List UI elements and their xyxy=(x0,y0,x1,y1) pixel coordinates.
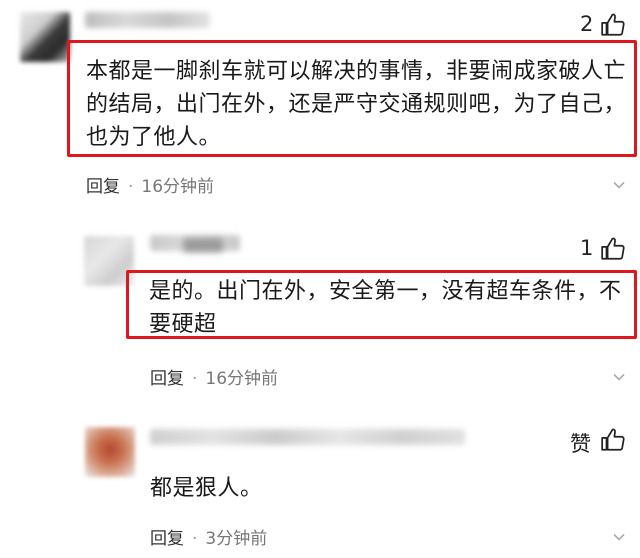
comment-meta: 回复 · 16分钟前 xyxy=(150,364,278,389)
meta-separator: · xyxy=(128,177,134,197)
chevron-down-icon[interactable] xyxy=(612,370,626,384)
reply-button[interactable]: 回复 xyxy=(86,177,120,197)
username-blurred[interactable] xyxy=(85,12,210,28)
avatar[interactable] xyxy=(85,427,135,477)
like-count: 1 xyxy=(580,236,594,260)
timestamp: 3分钟前 xyxy=(205,529,268,549)
avatar[interactable] xyxy=(20,12,70,62)
comment-meta: 回复 · 3分钟前 xyxy=(150,524,267,549)
timestamp: 16分钟前 xyxy=(141,177,215,197)
username-blurred-part xyxy=(183,238,223,252)
comment-text: 是的。出门在外，安全第一，没有超车条件，不要硬超 xyxy=(149,279,622,337)
like-label[interactable]: 赞 xyxy=(570,428,591,458)
meta-separator: · xyxy=(192,369,198,389)
timestamp: 16分钟前 xyxy=(205,369,279,389)
comment-text: 都是狠人。 xyxy=(150,476,263,501)
reply-button[interactable]: 回复 xyxy=(150,369,184,389)
chevron-down-icon[interactable] xyxy=(612,178,626,192)
meta-separator: · xyxy=(192,529,198,549)
comment-highlight-box: 本都是一脚刹车就可以解决的事情，非要闹成家破人亡的结局，出门在外，还是严守交通规… xyxy=(67,40,637,157)
username-blurred[interactable] xyxy=(150,429,465,445)
reply-button[interactable]: 回复 xyxy=(150,529,184,549)
thumbs-up-icon[interactable] xyxy=(600,12,626,38)
thumbs-up-icon[interactable] xyxy=(600,427,626,453)
comment-meta: 回复 · 16分钟前 xyxy=(86,172,214,197)
comment-text: 本都是一脚刹车就可以解决的事情，非要闹成家破人亡的结局，出门在外，还是严守交通规… xyxy=(86,59,627,150)
comment-highlight-box: 是的。出门在外，安全第一，没有超车条件，不要硬超 xyxy=(126,270,637,339)
thumbs-up-icon[interactable] xyxy=(600,236,626,262)
like-count: 2 xyxy=(580,12,594,36)
chevron-down-icon[interactable] xyxy=(612,530,626,544)
